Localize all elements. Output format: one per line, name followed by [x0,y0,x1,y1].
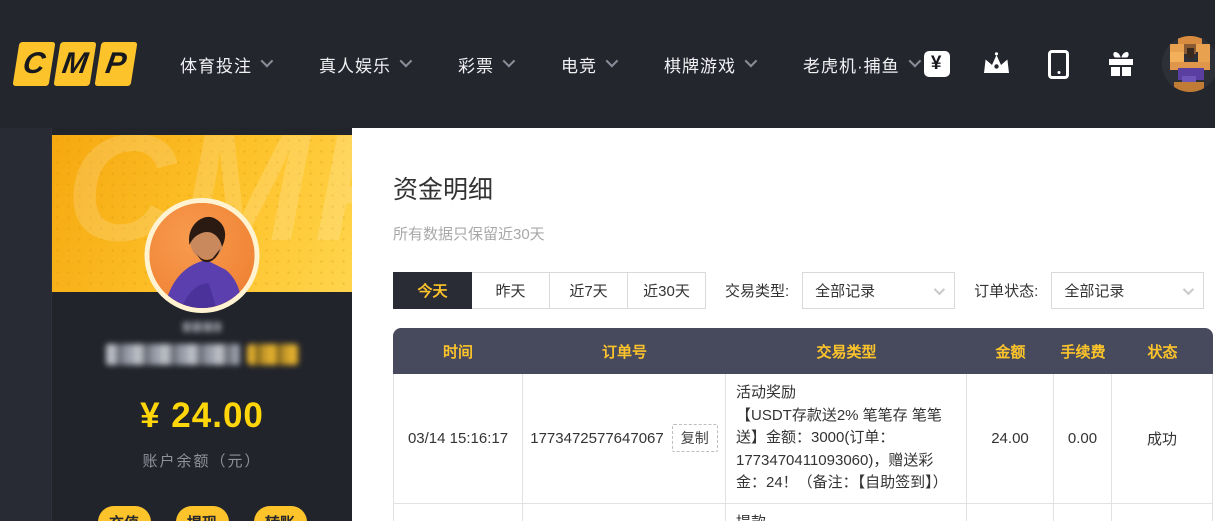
nav-item-lottery[interactable]: 彩票 [458,52,512,77]
col-header-amount: 金额 [967,328,1054,374]
col-header-fee: 手续费 [1054,328,1112,374]
cell-time: 03/14 15:16:17 [393,374,523,504]
transaction-type-label: 交易类型: [725,280,789,301]
transaction-type-desc: 【USDT存款送2% 笔笔存 笔笔送】金额：3000(订单：1773470411… [736,405,956,495]
table-header-row: 时间 订单号 交易类型 金额 手续费 状态 [393,328,1213,374]
profile-avatar [145,198,260,313]
transaction-type-title: 活动奖励 [736,382,956,405]
chevron-down-icon [400,54,413,67]
chevron-down-icon [503,54,516,67]
profile-username-blurred [106,344,240,365]
account-balance-label: 账户余额（元） [52,450,352,471]
page-subtitle: 所有数据只保留近30天 [393,223,1213,244]
order-number: 1773472577647067 [530,430,663,447]
order-status-select[interactable]: 全部记录 [1051,272,1204,309]
nav-item-label: 老虎机·捕鱼 [803,52,900,77]
user-account-menu[interactable] [1162,36,1215,92]
col-header-time: 时间 [393,328,523,374]
deposit-button[interactable]: 充值 [98,506,151,521]
date-range-tabs: 今天 昨天 近7天 近30天 [393,272,706,309]
transaction-type-select[interactable]: 全部记录 [802,272,955,309]
col-header-order: 订单号 [523,328,726,374]
tab-last-7-days[interactable]: 近7天 [549,272,628,309]
funds-table: 时间 订单号 交易类型 金额 手续费 状态 03/14 15:16:17 177… [393,328,1213,521]
gift-icon [1107,50,1135,78]
nav-item-label: 电竞 [561,52,597,77]
order-status-label: 订单状态: [974,280,1038,301]
cell-amount: 4350.00 [967,504,1054,521]
nav-item-slots-fishing[interactable]: 老虎机·捕鱼 ¥ [803,51,950,77]
nav-item-live-casino[interactable]: 真人娱乐 [319,52,409,77]
logo-letter: C [13,42,56,86]
transaction-type-title: 提款 [736,512,956,521]
copy-button[interactable]: 复制 [672,424,718,452]
account-balance: ¥ 24.00 [52,396,352,436]
logo-letter: M [54,42,97,86]
logo-letter: P [95,42,138,86]
nav-item-sports[interactable]: 体育投注 [180,52,270,77]
filter-row: 今天 昨天 近7天 近30天 交易类型: 全部记录 订单状态: 全部记录 [393,272,1213,309]
profile-name-row [52,344,352,365]
withdraw-button[interactable]: 提现 [176,506,229,521]
chevron-down-icon [745,54,758,67]
profile-sidebar: CMP [52,128,352,521]
chevron-down-icon [606,54,619,67]
left-dark-rail [0,128,52,521]
cell-fee: 0.00 [1054,504,1112,521]
status-badge: 成功 [1112,374,1213,504]
order-status-value: 全部记录 [1064,280,1124,301]
phone-icon [1048,50,1069,79]
nav-item-label: 棋牌游戏 [664,52,736,77]
cell-order: 1773472577647067 复制 [523,374,726,504]
profile-level-badge-blurred [247,344,299,365]
chevron-down-icon [908,54,921,67]
chevron-down-icon [261,54,274,67]
yen-ticket-icon: ¥ [924,51,950,77]
mobile-app-button[interactable] [1044,49,1074,79]
crown-icon [982,52,1011,76]
tab-yesterday[interactable]: 昨天 [471,272,550,309]
table-row: 03/14 15:03:00 1773471780198071复制 提款 提款到… [393,504,1213,521]
profile-id-blurred [183,322,221,332]
table-row: 03/14 15:16:17 1773472577647067 复制 活动奖励 【… [393,374,1213,504]
chevron-down-icon [1183,283,1194,294]
chevron-down-icon [934,283,945,294]
promotions-button[interactable] [1106,49,1136,79]
nav-item-esports[interactable]: 电竞 [561,52,615,77]
cell-order: 1773471780198071复制 [523,504,726,521]
cell-type: 提款 提款到数字USDT-TRC20钱包:TFFqHN***rAim(免提) ,… [726,504,967,521]
funds-detail-panel: 资金明细 所有数据只保留近30天 今天 昨天 近7天 近30天 交易类型: 全部… [352,128,1215,521]
col-header-type: 交易类型 [726,328,967,374]
wallet-actions: 充值 提现 转账 [52,506,352,521]
vip-crown-button[interactable] [982,49,1012,79]
main-nav: 体育投注 真人娱乐 彩票 电竞 棋牌游戏 老虎机·捕鱼 [180,51,950,77]
tab-last-30-days[interactable]: 近30天 [627,272,706,309]
nav-item-label: 彩票 [458,52,494,77]
brand-logo[interactable]: C M P [16,42,134,86]
tab-today[interactable]: 今天 [393,272,472,309]
cell-time: 03/14 15:03:00 [393,504,523,521]
nav-item-label: 真人娱乐 [319,52,391,77]
cell-amount: 24.00 [967,374,1054,504]
page-title: 资金明细 [393,170,1213,206]
col-header-status: 状态 [1112,328,1213,374]
nav-item-label: 体育投注 [180,52,252,77]
app-screen: C M P 体育投注 真人娱乐 彩票 电竞 棋牌游戏 [0,0,1215,521]
transfer-button[interactable]: 转账 [254,506,307,521]
nav-item-board-games[interactable]: 棋牌游戏 [664,52,754,77]
top-navbar: C M P 体育投注 真人娱乐 彩票 电竞 棋牌游戏 [0,0,1215,128]
user-avatar [1162,36,1215,92]
cell-type: 活动奖励 【USDT存款送2% 笔笔存 笔笔送】金额：3000(订单：17734… [726,374,967,504]
status-badge: 成功 [1112,504,1213,521]
cell-fee: 0.00 [1054,374,1112,504]
navbar-quick-icons [982,49,1136,79]
transaction-type-value: 全部记录 [815,280,875,301]
